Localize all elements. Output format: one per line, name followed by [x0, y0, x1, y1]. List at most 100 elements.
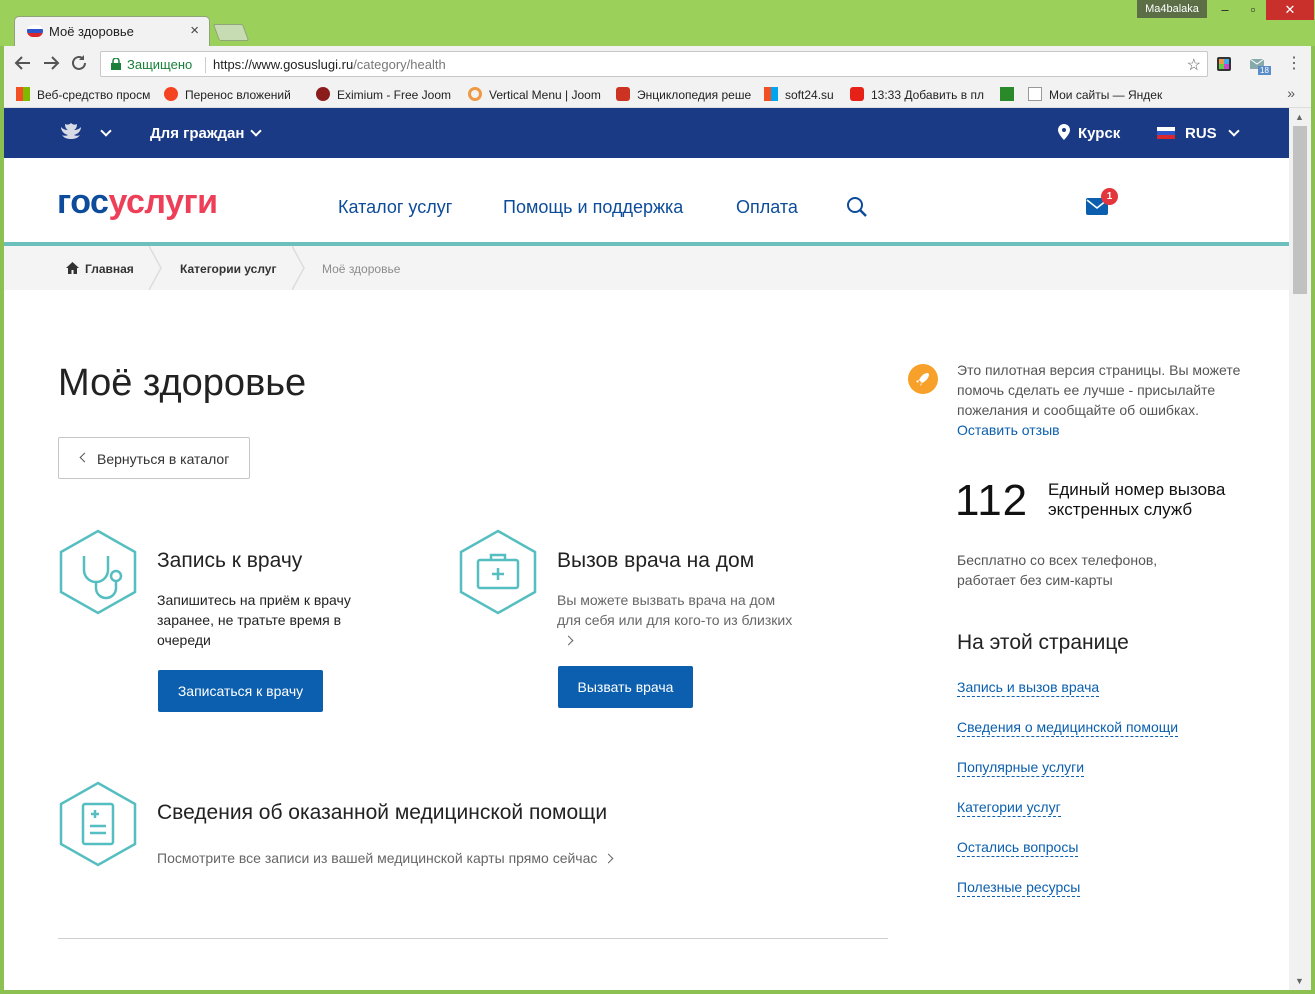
card-title-home-visit[interactable]: Вызов врача на дом [557, 549, 754, 573]
content-divider [58, 938, 888, 939]
nav-catalog[interactable]: Каталог услуг [338, 197, 452, 218]
chrome-ring-icon [468, 87, 482, 101]
bookmarks-bar: Веб-средство просм Перенос вложений Exim… [4, 82, 1311, 108]
chevron-left-icon [79, 452, 90, 463]
youtube-icon [850, 87, 864, 101]
chevron-right-icon[interactable] [563, 635, 574, 646]
scrollbar-thumb[interactable] [1293, 126, 1307, 294]
toc-link[interactable]: Остались вопросы [957, 838, 1079, 857]
maximize-button[interactable]: ▫ [1238, 0, 1268, 20]
scroll-up-icon[interactable]: ▲ [1295, 112, 1304, 122]
bookmark-item[interactable]: Перенос вложений [164, 87, 304, 102]
home-icon[interactable] [66, 262, 79, 274]
breadcrumb-separator [292, 246, 305, 290]
medical-record-icon [59, 781, 137, 867]
card-desc-appointment: Запишитесь на приём к врачу заранее, не … [157, 592, 351, 648]
nav-payment[interactable]: Оплата [736, 197, 798, 218]
browser-toolbar: Защищено https://www.gosuslugi.ru/catego… [4, 46, 1311, 82]
breadcrumb-home[interactable]: Главная [85, 262, 134, 276]
url-text[interactable]: https://www.gosuslugi.ru/category/health [213, 57, 446, 72]
page-viewport: Для граждан Курск RUS госуслуги Каталог … [4, 108, 1289, 990]
language-selector[interactable]: RUS [1185, 125, 1217, 142]
bookmark-item[interactable]: Eximium - Free Joom [316, 87, 456, 102]
bookmark-item[interactable]: soft24.su [764, 87, 844, 102]
pilot-notice: Это пилотная версия страницы. Вы можете … [957, 362, 1241, 438]
on-this-page-title: На этой странице [957, 631, 1129, 654]
bookmark-item[interactable]: Мои сайты — Яндек [1028, 87, 1168, 102]
breadcrumb: Главная Категории услуг Моё здоровье [4, 246, 1289, 290]
toc-link[interactable]: Категории услуг [957, 798, 1061, 817]
city-selector[interactable]: Курск [1078, 125, 1120, 142]
breadcrumb-current: Моё здоровье [322, 262, 401, 276]
minimize-button[interactable]: – [1210, 0, 1240, 20]
browser-titlebar: Моё здоровье × Ma4balaka – ▫ ✕ [0, 0, 1315, 46]
eximium-icon [316, 87, 330, 101]
emergency-note: Бесплатно со всех телефонов, работает бе… [957, 552, 1158, 588]
russian-flag-favicon-icon [27, 25, 43, 37]
search-icon[interactable] [846, 196, 868, 218]
audience-chevron-icon[interactable] [250, 125, 262, 137]
tab-title: Моё здоровье [49, 24, 134, 39]
back-arrow-icon[interactable] [14, 54, 32, 77]
toc-link[interactable]: Запись и вызов врача [957, 678, 1100, 697]
card-desc-medical-records: Посмотрите все записи из вашей медицинск… [157, 848, 677, 868]
emblem-dropdown-chevron-icon[interactable] [100, 125, 112, 137]
window-close-button[interactable]: ✕ [1266, 0, 1314, 20]
address-bar[interactable]: Защищено https://www.gosuslugi.ru/catego… [100, 51, 1208, 77]
browser-tab[interactable]: Моё здоровье × [14, 16, 210, 46]
lock-icon [111, 58, 121, 70]
reload-icon[interactable] [70, 54, 88, 77]
mail-count-badge: 1 [1101, 188, 1118, 205]
page-title: Моё здоровье [58, 362, 307, 404]
breadcrumb-categories[interactable]: Категории услуг [180, 262, 276, 276]
extension-badge: 18 [1258, 66, 1271, 75]
audience-selector[interactable]: Для граждан [150, 125, 244, 142]
page-scrollbar[interactable]: ▲ ▼ [1289, 108, 1311, 990]
language-chevron-icon[interactable] [1228, 125, 1240, 137]
card-title-appointment[interactable]: Запись к врачу [157, 549, 302, 573]
book-appointment-button[interactable]: Записаться к врачу [158, 670, 323, 712]
toc-link[interactable]: Популярные услуги [957, 758, 1085, 777]
site-header: госуслуги Каталог услуг Помощь и поддерж… [4, 158, 1289, 246]
forward-arrow-icon[interactable] [42, 54, 60, 77]
toc-link[interactable]: Полезные ресурсы [957, 878, 1081, 897]
joomla-icon [164, 87, 178, 101]
card-title-medical-records[interactable]: Сведения об оказанной медицинской помощи [157, 801, 607, 825]
rocket-icon [908, 364, 938, 394]
back-to-catalog-button[interactable]: Вернуться в каталог [58, 437, 250, 479]
encyclopedia-icon [616, 87, 630, 101]
windows-logo-icon [16, 87, 30, 101]
profile-name[interactable]: Ma4balaka [1137, 0, 1207, 18]
bookmark-item[interactable] [1000, 87, 1018, 102]
toc-link[interactable]: Сведения о медицинской помощи [957, 718, 1179, 737]
emergency-label: Единый номер вызова экстренных служб [1048, 480, 1226, 519]
top-bar: Для граждан Курск RUS [4, 108, 1289, 158]
gosuslugi-logo[interactable]: госуслуги [57, 182, 218, 222]
extension-icon[interactable] [1216, 56, 1232, 72]
bookmarks-overflow-icon[interactable]: » [1287, 85, 1295, 101]
chevron-right-icon[interactable] [603, 853, 614, 864]
nav-help[interactable]: Помощь и поддержка [503, 197, 683, 218]
bookmark-item[interactable]: Веб-средство просм [16, 87, 156, 102]
bookmark-item[interactable]: 13:33 Добавить в пл [850, 87, 990, 102]
stethoscope-icon [59, 529, 137, 615]
bookmark-item[interactable]: Vertical Menu | Joom [468, 87, 608, 102]
exit-door-icon [1000, 87, 1014, 101]
secure-label: Защищено [127, 57, 193, 72]
browser-menu-icon[interactable]: ⋮ [1286, 53, 1302, 73]
emergency-number: 112 [955, 476, 1029, 525]
leave-feedback-link[interactable]: Оставить отзыв [957, 422, 1060, 438]
location-pin-icon [1058, 124, 1070, 140]
card-desc-home-visit: Вы можете вызвать врача на дом для себя … [557, 590, 802, 650]
code-icon [1028, 87, 1042, 101]
scroll-down-icon[interactable]: ▼ [1295, 976, 1304, 986]
bookmark-star-icon[interactable]: ☆ [1187, 55, 1201, 75]
bookmark-item[interactable]: Энциклопедия реше [616, 87, 756, 102]
breadcrumb-separator [149, 246, 162, 290]
new-tab-button[interactable] [212, 24, 250, 41]
russian-flag-icon [1157, 127, 1175, 139]
windows-logo-icon [764, 87, 778, 101]
call-doctor-button[interactable]: Вызвать врача [558, 666, 693, 708]
tab-close-icon[interactable]: × [190, 22, 199, 39]
coat-of-arms-icon[interactable] [56, 120, 86, 148]
